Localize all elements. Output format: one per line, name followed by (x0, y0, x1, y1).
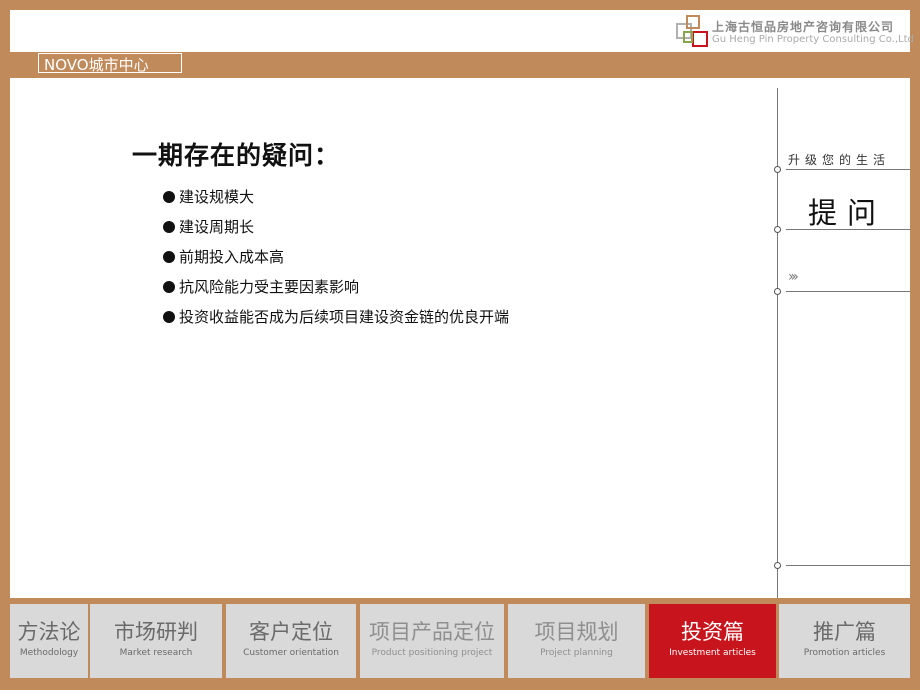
divider-node (774, 166, 781, 173)
tab-product-positioning[interactable]: 项目产品定位 Product positioning project (360, 604, 504, 678)
list-item: 投资收益能否成为后续项目建设资金链的优良开端 (163, 306, 509, 336)
tab-promotion[interactable]: 推广篇 Promotion articles (779, 604, 910, 678)
list-item: 前期投入成本高 (163, 246, 509, 276)
divider-node (774, 226, 781, 233)
tab-market-research[interactable]: 市场研判 Market research (90, 604, 222, 678)
tab-customer-orientation[interactable]: 客户定位 Customer orientation (226, 604, 356, 678)
side-rule (786, 169, 910, 170)
side-divider (777, 88, 778, 598)
page-title: 一期存在的疑问： (132, 141, 341, 170)
list-item: 建设周期长 (163, 216, 509, 246)
bullet-icon (163, 311, 175, 323)
tab-investment[interactable]: 投资篇 Investment articles (649, 604, 776, 678)
list-item: 建设规模大 (163, 186, 509, 216)
tagline: 升级您的生活 (788, 153, 891, 167)
project-name: NOVO城市中心 (44, 56, 149, 74)
side-rule (786, 291, 910, 292)
bullet-icon (163, 221, 175, 233)
bullet-icon (163, 251, 175, 263)
divider-node (774, 562, 781, 569)
company-name-cn: 上海古恒品房地产咨询有限公司 (712, 20, 895, 34)
company-logo-icon (676, 15, 708, 47)
section-title: 提问 (808, 196, 887, 230)
tab-methodology[interactable]: 方法论 Methodology (10, 604, 88, 678)
bullet-icon (163, 281, 175, 293)
list-item: 抗风险能力受主要因素影响 (163, 276, 509, 306)
divider-node (774, 288, 781, 295)
tab-project-planning[interactable]: 项目规划 Project planning (508, 604, 645, 678)
company-name-en: Gu Heng Pin Property Consulting Co.,Ltd (712, 34, 914, 45)
chevron-right-icon: ››› (788, 269, 799, 285)
question-list: 建设规模大 建设周期长 前期投入成本高 抗风险能力受主要因素影响 投资收益能否成… (163, 186, 509, 336)
bullet-icon (163, 191, 175, 203)
side-rule (786, 565, 910, 566)
